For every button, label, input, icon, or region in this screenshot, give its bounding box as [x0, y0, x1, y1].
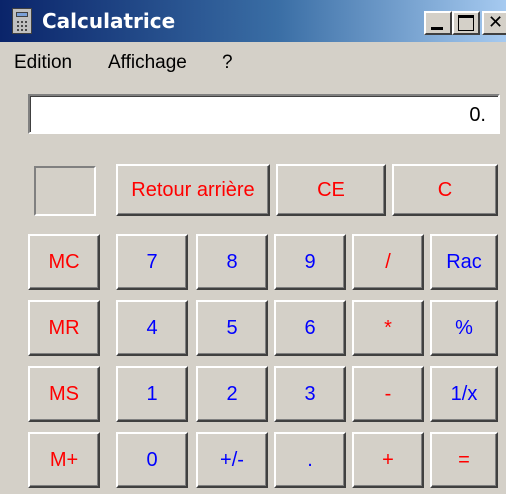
digit-3-button[interactable]: 3 [274, 366, 346, 422]
sign-toggle-button[interactable]: +/- [196, 432, 268, 488]
calculator-icon[interactable] [12, 8, 32, 34]
backspace-button[interactable]: Retour arrière [116, 164, 270, 216]
memory-recall-button[interactable]: MR [28, 300, 100, 356]
digit-5-button[interactable]: 5 [196, 300, 268, 356]
memory-add-button[interactable]: M+ [28, 432, 100, 488]
reciprocal-button[interactable]: 1/x [430, 366, 498, 422]
menu-edition[interactable]: Edition [14, 52, 72, 74]
memory-indicator [34, 166, 96, 216]
subtract-button[interactable]: - [352, 366, 424, 422]
percent-button[interactable]: % [430, 300, 498, 356]
menu-affichage[interactable]: Affichage [108, 52, 187, 74]
display-value: 0. [469, 104, 486, 126]
window-title: Calculatrice [42, 9, 176, 33]
digit-9-button[interactable]: 9 [274, 234, 346, 290]
decimal-point-button[interactable]: . [274, 432, 346, 488]
clear-button[interactable]: C [392, 164, 498, 216]
calculator-window: Calculatrice Edition Affichage ? 0. Reto… [0, 0, 506, 494]
result-display: 0. [28, 94, 500, 134]
menu-help[interactable]: ? [222, 52, 233, 74]
memory-store-button[interactable]: MS [28, 366, 100, 422]
digit-6-button[interactable]: 6 [274, 300, 346, 356]
equals-button[interactable]: = [430, 432, 498, 488]
digit-1-button[interactable]: 1 [116, 366, 188, 422]
add-button[interactable]: + [352, 432, 424, 488]
digit-4-button[interactable]: 4 [116, 300, 188, 356]
digit-8-button[interactable]: 8 [196, 234, 268, 290]
sqrt-button[interactable]: Rac [430, 234, 498, 290]
digit-2-button[interactable]: 2 [196, 366, 268, 422]
clear-entry-button[interactable]: CE [276, 164, 386, 216]
menu-bar: Edition Affichage ? [0, 42, 506, 84]
digit-7-button[interactable]: 7 [116, 234, 188, 290]
maximize-button[interactable] [452, 11, 480, 35]
memory-clear-button[interactable]: MC [28, 234, 100, 290]
multiply-button[interactable]: * [352, 300, 424, 356]
divide-button[interactable]: / [352, 234, 424, 290]
digit-0-button[interactable]: 0 [116, 432, 188, 488]
title-bar[interactable]: Calculatrice [0, 0, 506, 42]
minimize-button[interactable] [424, 11, 452, 35]
close-button[interactable] [482, 11, 506, 35]
